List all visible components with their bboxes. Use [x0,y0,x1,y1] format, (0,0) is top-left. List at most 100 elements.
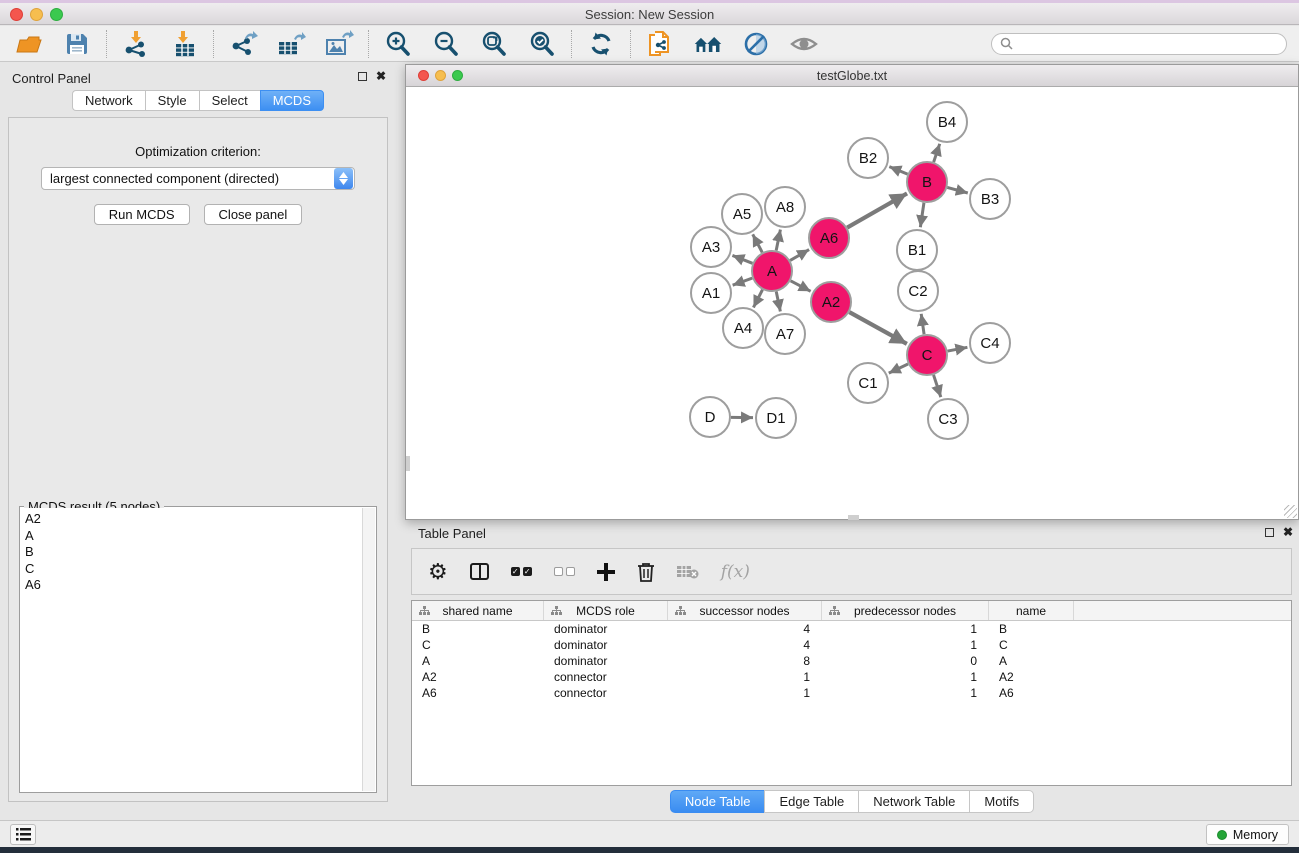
edge-A-A8[interactable] [776,230,780,251]
edge-C-C1[interactable] [889,364,908,373]
node-table[interactable]: shared nameMCDS rolesuccessor nodesprede… [411,600,1292,786]
tab-edge-table[interactable]: Edge Table [764,790,858,813]
edge-A6-B[interactable] [847,193,907,227]
tab-mcds[interactable]: MCDS [260,90,324,111]
edge-B-B3[interactable] [947,187,968,193]
delete-table-icon[interactable] [677,564,699,580]
export-table-icon[interactable] [276,30,306,58]
table-row[interactable]: A6connector11A6 [412,685,1291,701]
graph-node-C2[interactable]: C2 [898,271,938,311]
mcds-result-item[interactable]: B [25,544,362,561]
hide-selected-icon[interactable] [741,30,771,58]
canvas-bottom-handle[interactable] [848,515,859,520]
edge-A-A1[interactable] [733,278,753,285]
graph-node-C1[interactable]: C1 [848,363,888,403]
tab-node-table[interactable]: Node Table [670,790,765,813]
edge-A-A3[interactable] [732,255,752,263]
result-scrollbar[interactable] [362,508,375,791]
function-builder-icon[interactable]: f(x) [721,562,750,582]
zoom-out-icon[interactable] [431,30,461,58]
graph-node-A[interactable]: A [752,251,792,291]
window-resize-grip[interactable] [1284,505,1297,518]
show-columns-icon[interactable] [470,563,489,580]
column-header-predecessor-nodes[interactable]: predecessor nodes [822,601,989,620]
zoom-selected-icon[interactable] [527,30,557,58]
edge-A-A6[interactable] [790,250,809,261]
tab-motifs[interactable]: Motifs [969,790,1034,813]
zoom-in-icon[interactable] [383,30,413,58]
graph-node-A7[interactable]: A7 [765,314,805,354]
refresh-layout-icon[interactable] [586,30,616,58]
edge-A-A5[interactable] [753,234,763,252]
deselect-all-checkboxes-icon[interactable] [554,567,575,576]
graph-node-A4[interactable]: A4 [723,308,763,348]
select-all-checkboxes-icon[interactable]: ✓✓ [511,567,532,576]
graph-node-A3[interactable]: A3 [691,227,731,267]
duplicate-network-icon[interactable] [645,30,675,58]
criterion-dropdown[interactable]: largest connected component (directed) [41,167,355,190]
run-mcds-button[interactable]: Run MCDS [94,204,190,225]
edge-C-C3[interactable] [934,375,941,397]
edge-A2-C[interactable] [849,312,906,344]
close-panel-button[interactable]: Close panel [204,204,303,225]
close-table-panel-icon[interactable]: ✖ [1283,527,1293,537]
edge-C-C2[interactable] [921,314,924,334]
zoom-fit-icon[interactable] [479,30,509,58]
graph-node-A2[interactable]: A2 [811,282,851,322]
table-row[interactable]: Cdominator41C [412,637,1291,653]
add-column-icon[interactable] [597,563,615,581]
tab-network-table[interactable]: Network Table [858,790,969,813]
network-canvas[interactable]: B4B2BB3A5A8A6A3B1AA1C2A2A4A7C4CC1C3DD1 [406,88,1298,519]
graph-node-A8[interactable]: A8 [765,187,805,227]
graph-node-A1[interactable]: A1 [691,273,731,313]
graph-node-C3[interactable]: C3 [928,399,968,439]
network-graph[interactable]: B4B2BB3A5A8A6A3B1AA1C2A2A4A7C4CC1C3DD1 [406,88,1298,520]
save-session-icon[interactable] [62,30,92,58]
column-header-shared-name[interactable]: shared name [412,601,544,620]
table-row[interactable]: Adominator80A [412,653,1291,669]
close-panel-icon[interactable]: ✖ [376,71,386,81]
table-settings-icon[interactable]: ⚙ [428,561,448,583]
mcds-result-item[interactable]: A [25,528,362,545]
delete-column-trash-icon[interactable] [637,562,655,582]
first-neighbors-icon[interactable] [693,30,723,58]
table-row[interactable]: Bdominator41B [412,621,1291,637]
graph-node-B3[interactable]: B3 [970,179,1010,219]
mcds-result-list[interactable]: A2ABCA6 [21,508,362,791]
edge-B-B2[interactable] [889,167,907,174]
edge-C-C4[interactable] [948,347,968,351]
task-history-button[interactable] [10,824,36,845]
edge-A-A2[interactable] [791,281,811,292]
import-table-icon[interactable] [169,30,199,58]
search-input[interactable] [991,33,1287,55]
export-image-icon[interactable] [324,30,354,58]
graph-node-C[interactable]: C [907,335,947,375]
column-header-MCDS-role[interactable]: MCDS role [544,601,668,620]
mcds-result-item[interactable]: A6 [25,577,362,594]
show-all-eye-icon[interactable] [789,30,819,58]
edge-A-A4[interactable] [753,290,762,308]
export-network-icon[interactable] [228,30,258,58]
graph-node-C4[interactable]: C4 [970,323,1010,363]
column-header-name[interactable]: name [989,601,1074,620]
graph-node-D[interactable]: D [690,397,730,437]
graph-node-A6[interactable]: A6 [809,218,849,258]
mcds-result-item[interactable]: C [25,561,362,578]
graph-node-B4[interactable]: B4 [927,102,967,142]
graph-node-A5[interactable]: A5 [722,194,762,234]
edge-B-B1[interactable] [920,203,924,227]
edge-B-B4[interactable] [934,144,940,162]
import-network-icon[interactable] [121,30,151,58]
column-header-successor-nodes[interactable]: successor nodes [668,601,822,620]
table-row[interactable]: A2connector11A2 [412,669,1291,685]
memory-button[interactable]: Memory [1206,824,1289,845]
graph-node-B2[interactable]: B2 [848,138,888,178]
mcds-result-item[interactable]: A2 [25,511,362,528]
graph-node-D1[interactable]: D1 [756,398,796,438]
open-session-icon[interactable] [14,30,44,58]
float-panel-icon[interactable] [358,72,367,81]
graph-node-B[interactable]: B [907,162,947,202]
tab-select[interactable]: Select [199,90,260,111]
float-table-panel-icon[interactable] [1265,528,1274,537]
tab-style[interactable]: Style [145,90,199,111]
